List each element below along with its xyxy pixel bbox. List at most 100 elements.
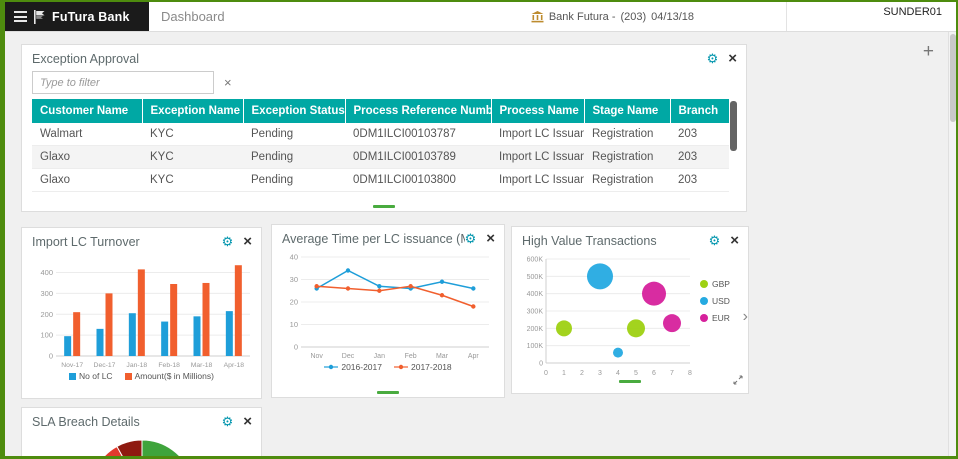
legend-swatch [700,297,708,305]
svg-text:Jan-18: Jan-18 [126,362,147,369]
close-icon[interactable]: × [243,234,252,249]
table-cell: Registration [584,146,670,169]
table-row[interactable]: WalmartKYCPending0DM1ILCI00103787Import … [32,123,729,146]
svg-text:3: 3 [598,370,602,377]
column-header[interactable]: Branch [670,99,729,123]
settings-gear-icon[interactable]: ⚙ [222,235,234,248]
header-main: Dashboard Bank Futura - (203) 04/13/18 [149,2,786,31]
settings-gear-icon[interactable]: ⚙ [709,234,721,247]
svg-text:Dec-17: Dec-17 [93,362,115,369]
svg-text:Mar-18: Mar-18 [190,362,212,369]
svg-text:6: 6 [652,370,656,377]
scroll-hint-dash [377,391,399,394]
legend-item[interactable]: EUR [700,313,748,323]
close-icon[interactable]: × [728,51,737,66]
svg-text:5: 5 [634,370,638,377]
settings-gear-icon[interactable]: ⚙ [222,415,234,428]
table-row[interactable]: GlaxoKYCPending0DM1ILCI00103789Import LC… [32,146,729,169]
legend-item[interactable]: GBP [700,279,748,289]
svg-text:4: 4 [616,370,620,377]
legend-item[interactable]: 2017-2018 [394,362,452,372]
hamburger-menu-icon[interactable] [14,11,27,22]
svg-text:Jan: Jan [374,353,385,360]
user-menu[interactable]: SUNDER01 [786,2,956,31]
table-cell: Glaxo [32,146,142,169]
close-icon[interactable]: × [730,233,739,248]
avg-time-chart: 010203040NovDecJanFebMarApr [272,249,504,361]
add-widget-button[interactable]: + [923,42,934,61]
table-row[interactable]: GlaxoKYCPending0DM1ILCI00103800Import LC… [32,169,729,192]
column-header[interactable]: Process Reference Number [345,99,491,123]
clear-filter-icon[interactable]: × [224,76,232,89]
legend-item[interactable]: Amount($ in Millions) [125,371,214,381]
filter-input[interactable] [32,71,214,94]
column-header[interactable]: Exception Name [142,99,243,123]
svg-text:30: 30 [290,275,298,284]
table-cell: Registration [584,123,670,146]
legend-item[interactable]: 2016-2017 [324,362,382,372]
svg-text:Apr: Apr [468,353,480,360]
table-cell: 203 [670,123,729,146]
table-cell: Glaxo [32,169,142,192]
svg-text:10: 10 [290,320,298,329]
svg-text:100: 100 [40,331,53,340]
svg-text:400K: 400K [527,291,544,298]
expand-icon[interactable] [733,372,743,390]
close-icon[interactable]: × [486,231,495,246]
table-cell: KYC [142,123,243,146]
close-icon[interactable]: × [243,414,252,429]
svg-text:40: 40 [290,253,298,262]
widget-sla-breach: SLA Breach Details ⚙ × [21,407,262,459]
widget-avg-time: Average Time per LC issuance (Mins) ⚙ × … [271,224,505,398]
legend-swatch [700,314,708,322]
column-header[interactable]: Process Name [491,99,584,123]
widget-high-value: High Value Transactions ⚙ × 0100K200K300… [511,226,749,394]
widget-exception-approval: Exception Approval ⚙ × × Customer NameEx… [21,44,747,212]
bank-selector[interactable]: Bank Futura - (203) 04/13/18 [531,11,694,23]
legend-item[interactable]: USD [700,296,748,306]
high-value-chart: 0100K200K300K400K500K600K012345678 [512,251,700,379]
scroll-hint-dash [373,205,395,208]
legend-swatch [700,280,708,288]
svg-text:1: 1 [562,370,566,377]
legend-item[interactable]: No of LC [69,371,113,381]
column-header[interactable]: Stage Name [584,99,670,123]
svg-text:300K: 300K [527,309,544,316]
column-header[interactable]: Customer Name [32,99,142,123]
sla-pie-chart [22,436,261,459]
table-cell: Import LC Issuance [491,146,584,169]
svg-text:Mar: Mar [436,353,449,360]
svg-text:0: 0 [539,361,543,368]
page: FuTura Bank Dashboard Bank Futura - (203… [0,0,958,459]
branch-code: (203) [620,11,646,23]
table-cell: 203 [670,169,729,192]
svg-text:20: 20 [290,298,298,307]
header-date: 04/13/18 [651,11,694,23]
svg-text:0: 0 [294,343,298,352]
settings-gear-icon[interactable]: ⚙ [465,232,477,245]
widget-title: Average Time per LC issuance (Mins) [282,232,465,246]
settings-gear-icon[interactable]: ⚙ [707,52,719,65]
dashboard-content: + Exception Approval ⚙ × × Customer Name… [5,32,956,456]
table-cell: Import LC Issuance [491,123,584,146]
scroll-hint-dash [619,380,641,383]
exception-table: Customer NameException NameException Sta… [32,99,729,192]
page-scrollbar[interactable] [948,32,956,456]
table-cell: KYC [142,146,243,169]
widget-title: SLA Breach Details [32,415,222,429]
column-header[interactable]: Exception Status [243,99,345,123]
table-scrollbar-thumb[interactable] [730,101,737,151]
import-lc-legend: No of LC Amount($ in Millions) [22,371,261,381]
bank-building-icon [531,11,544,23]
page-scrollbar-thumb[interactable] [950,34,956,122]
table-cell: Walmart [32,123,142,146]
exception-table-head-row: Customer NameException NameException Sta… [32,99,729,123]
brand-name: FuTura Bank [52,10,130,24]
page-title: Dashboard [161,9,225,24]
import-lc-chart: 0100200300400Nov-17Dec-17Jan-18Feb-18Mar… [22,252,261,370]
svg-text:Nov-17: Nov-17 [61,362,83,369]
svg-text:7: 7 [670,370,674,377]
svg-text:0: 0 [48,352,52,361]
brand: FuTura Bank [5,2,149,31]
carousel-next-icon[interactable]: › [743,309,748,325]
